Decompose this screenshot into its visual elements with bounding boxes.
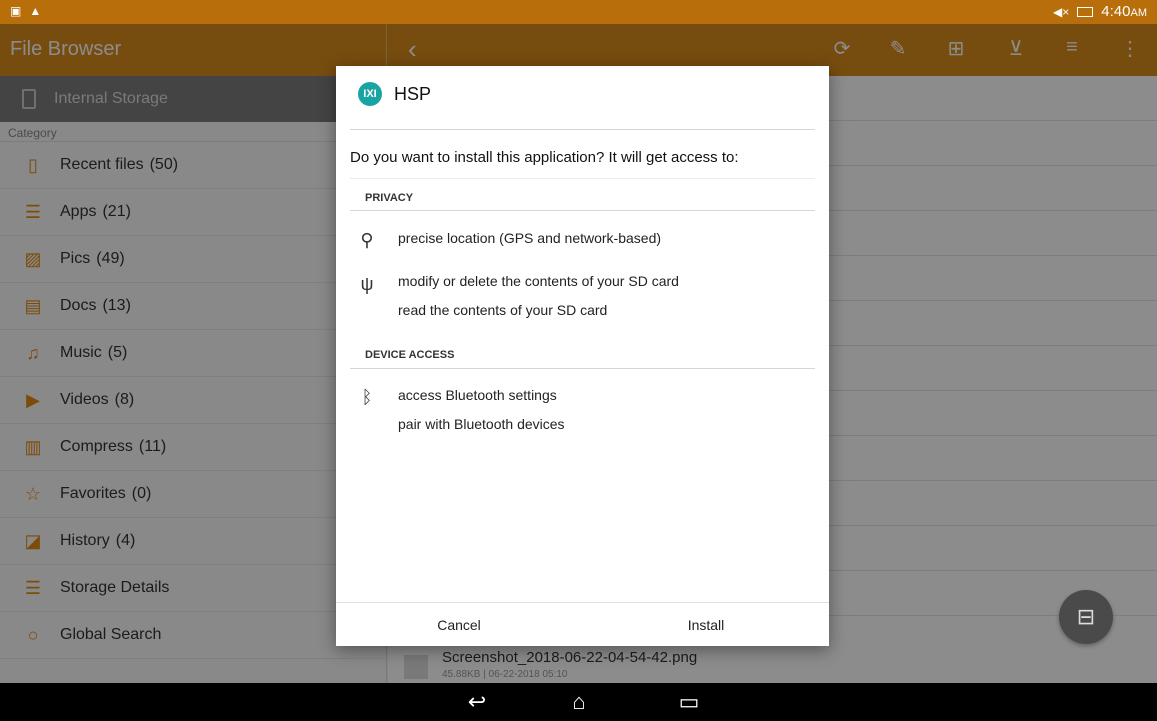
section-device-access: DEVICE ACCESS	[365, 349, 455, 361]
divider	[350, 210, 815, 211]
dialog-header: IXI HSP	[358, 82, 431, 106]
warning-icon: ▲	[29, 4, 42, 18]
install-button[interactable]: Install	[583, 603, 829, 647]
clock: 4:40AM	[1101, 3, 1147, 20]
dialog-title: HSP	[394, 83, 432, 104]
install-question: Do you want to install this application?…	[350, 149, 739, 166]
battery-icon	[1077, 6, 1094, 17]
divider	[350, 178, 815, 179]
permission-bt-pair: pair with Bluetooth devices	[398, 416, 565, 432]
image-icon: ▣	[10, 4, 22, 18]
cancel-button[interactable]: Cancel	[336, 603, 582, 647]
toolbox-icon: ⊟	[1076, 604, 1096, 629]
navigation-bar: ↩ ⌂ ▭	[0, 683, 1157, 721]
bluetooth-icon: ᛒ	[361, 387, 373, 407]
recents-nav-icon[interactable]: ▭	[672, 689, 706, 714]
permission-bt-settings: access Bluetooth settings	[398, 387, 557, 403]
dialog-buttons: Cancel Install	[336, 602, 829, 646]
home-nav-icon[interactable]: ⌂	[562, 689, 596, 714]
permission-sd-modify: modify or delete the contents of your SD…	[398, 273, 679, 289]
usb-icon: ψ	[360, 274, 374, 294]
permission-sd-read: read the contents of your SD card	[398, 302, 608, 318]
permission-location: precise location (GPS and network-based)	[398, 230, 662, 246]
divider	[350, 129, 815, 130]
divider	[350, 368, 815, 369]
back-nav-icon[interactable]: ↩	[460, 689, 494, 714]
status-bar: ▣ ▲ ◀× 4:40AM	[0, 0, 1157, 24]
install-dialog: IXI HSP Do you want to install this appl…	[336, 66, 829, 646]
toolbox-fab-button[interactable]: ⊟	[1059, 590, 1113, 644]
section-privacy: PRIVACY	[365, 192, 414, 204]
location-pin-icon: ⚲	[360, 230, 374, 250]
mute-icon: ◀×	[1053, 4, 1070, 19]
app-logo-icon: IXI	[358, 82, 382, 106]
